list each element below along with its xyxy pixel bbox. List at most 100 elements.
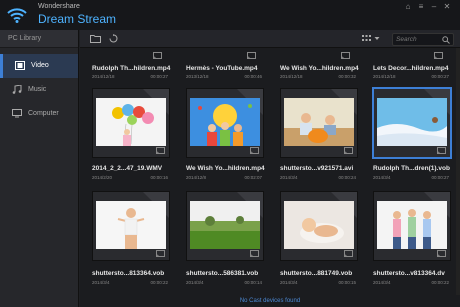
- media-tile[interactable]: shuttersto...586381.vob 2014/3/4 00:00:1…: [186, 191, 264, 291]
- cast-icon[interactable]: [437, 250, 446, 257]
- media-tile[interactable]: Rudolph Th...dren(1).vob 2014/3/4 00:00:…: [373, 88, 451, 190]
- media-date: 2014/3/4: [280, 280, 298, 285]
- media-tile[interactable]: shuttersto...v921571.avi 2014/3/4 00:00:…: [280, 88, 358, 190]
- search-box[interactable]: [392, 33, 454, 46]
- media-duration: 00:00:14: [244, 280, 262, 285]
- music-note-icon: [12, 85, 22, 94]
- wifi-logo-icon: [7, 8, 27, 23]
- chevron-down-icon[interactable]: [374, 34, 380, 43]
- video-thumbnail[interactable]: [186, 88, 264, 158]
- media-title: shuttersto...586381.vob: [186, 270, 259, 277]
- cast-icon[interactable]: [434, 52, 443, 59]
- menu-icon[interactable]: ≡: [416, 2, 426, 12]
- media-date: 2014/12/18: [92, 74, 115, 79]
- media-tile[interactable]: We Wish Yo...hildren.mp4 2014/12/8 00:02…: [186, 88, 265, 190]
- snow-scene-image: [377, 98, 447, 146]
- media-library: Rudolph Th...hildren.mp4 2014/12/18 00:0…: [80, 30, 460, 307]
- film-icon: [15, 61, 25, 70]
- media-title: Hermès - YouTube.mp4: [186, 65, 258, 72]
- minimize-icon[interactable]: –: [429, 2, 439, 12]
- media-date: 2014/12/18: [280, 74, 303, 79]
- cast-icon[interactable]: [156, 250, 165, 257]
- sidebar-item-computer[interactable]: Computer: [0, 102, 78, 126]
- media-date: 2014/3/4: [92, 280, 110, 285]
- media-tile[interactable]: 2014_2_2...47_19.WMV 2014/2/20 00:00:16: [92, 88, 170, 190]
- media-title: 2014_2_2...47_19.WMV: [92, 165, 163, 172]
- media-duration: 00:00:46: [244, 74, 262, 79]
- brand-company: Wondershare: [38, 3, 80, 10]
- kids-image: [190, 98, 260, 146]
- media-tile[interactable]: Rudolph Th...hildren.mp4 2014/12/18 00:0…: [92, 48, 170, 79]
- media-tile[interactable]: We Wish Yo...hildren.mp4 2014/12/18 00:0…: [280, 48, 359, 79]
- sidebar-item-video[interactable]: Video: [0, 54, 78, 78]
- balloons-image: [96, 98, 166, 146]
- media-duration: 00:00:32: [338, 74, 356, 79]
- field-image: [190, 201, 260, 249]
- media-tile[interactable]: Hermès - YouTube.mp4 2013/12/18 00:00:46: [186, 48, 264, 79]
- media-date: 2014/3/4: [373, 280, 391, 285]
- cast-icon[interactable]: [250, 250, 259, 257]
- media-tile[interactable]: Lets Decor...hildren.mp4 2014/12/18 00:0…: [373, 48, 451, 79]
- app-title: Dream Stream: [38, 12, 117, 26]
- media-duration: 00:02:07: [244, 175, 262, 180]
- media-tile[interactable]: shuttersto...v813364.dv 2014/3/4 00:00:2…: [373, 191, 451, 291]
- video-thumbnail[interactable]: [186, 191, 264, 261]
- search-icon[interactable]: [442, 36, 450, 44]
- media-date: 2014/3/4: [373, 175, 391, 180]
- sidebar-item-music[interactable]: Music: [0, 78, 78, 102]
- media-date: 2014/12/8: [186, 175, 207, 180]
- sidebar-header: PC Library: [0, 30, 78, 48]
- cast-icon[interactable]: [344, 147, 353, 154]
- media-title: shuttersto...813364.vob: [92, 270, 165, 277]
- media-title: shuttersto...881749.vob: [280, 270, 353, 277]
- sidebar: PC Library Video Music Computer: [0, 30, 79, 307]
- cast-icon[interactable]: [344, 250, 353, 257]
- media-duration: 00:00:22: [431, 280, 449, 285]
- media-duration: 00:00:16: [150, 175, 168, 180]
- cast-icon[interactable]: [437, 147, 446, 154]
- cast-icon[interactable]: [153, 52, 162, 59]
- girls-image: [377, 201, 447, 249]
- media-title: Rudolph Th...dren(1).vob: [373, 165, 450, 172]
- baby-image: [284, 201, 354, 249]
- title-bar: Wondershare Dream Stream ⌂ ≡ – ✕: [0, 0, 460, 30]
- sidebar-item-label: Music: [28, 86, 47, 93]
- video-thumbnail[interactable]: [92, 88, 170, 158]
- grid-view-icon[interactable]: [361, 34, 372, 43]
- refresh-icon[interactable]: [108, 34, 119, 43]
- cart-icon[interactable]: ⌂: [403, 2, 413, 12]
- sidebar-item-label: Computer: [28, 110, 59, 117]
- cast-icon[interactable]: [156, 147, 165, 154]
- cast-icon[interactable]: [247, 52, 256, 59]
- media-duration: 00:00:27: [150, 74, 168, 79]
- cast-icon[interactable]: [341, 52, 350, 59]
- cast-icon[interactable]: [250, 147, 259, 154]
- media-duration: 00:00:22: [150, 280, 168, 285]
- media-date: 2014/3/4: [280, 175, 298, 180]
- scrollbar[interactable]: [456, 48, 460, 296]
- video-thumbnail[interactable]: [373, 88, 451, 158]
- search-input[interactable]: [396, 35, 441, 44]
- media-title: Lets Decor...hildren.mp4: [373, 65, 449, 72]
- close-icon[interactable]: ✕: [442, 2, 452, 12]
- media-tile[interactable]: shuttersto...881749.vob 2014/3/4 00:00:1…: [280, 191, 358, 291]
- media-duration: 00:00:27: [431, 74, 449, 79]
- video-thumbnail[interactable]: [280, 191, 358, 261]
- video-thumbnail[interactable]: [280, 88, 358, 158]
- media-title: We Wish Yo...hildren.mp4: [280, 65, 359, 72]
- media-tile[interactable]: shuttersto...813364.vob 2014/3/4 00:00:2…: [92, 191, 170, 291]
- media-date: 2013/12/18: [186, 74, 209, 79]
- woman-image: [96, 201, 166, 249]
- media-duration: 00:00:27: [431, 175, 449, 180]
- media-duration: 00:00:24: [338, 175, 356, 180]
- video-thumbnail[interactable]: [373, 191, 451, 261]
- video-thumbnail[interactable]: [92, 191, 170, 261]
- sidebar-item-label: Video: [31, 62, 49, 69]
- media-date: 2014/3/4: [186, 280, 204, 285]
- media-title: shuttersto...v813364.dv: [373, 270, 445, 277]
- monitor-icon: [12, 109, 22, 118]
- folder-icon[interactable]: [90, 34, 101, 43]
- media-date: 2014/12/18: [373, 74, 396, 79]
- media-date: 2014/2/20: [92, 175, 113, 180]
- toolbar: [80, 30, 460, 48]
